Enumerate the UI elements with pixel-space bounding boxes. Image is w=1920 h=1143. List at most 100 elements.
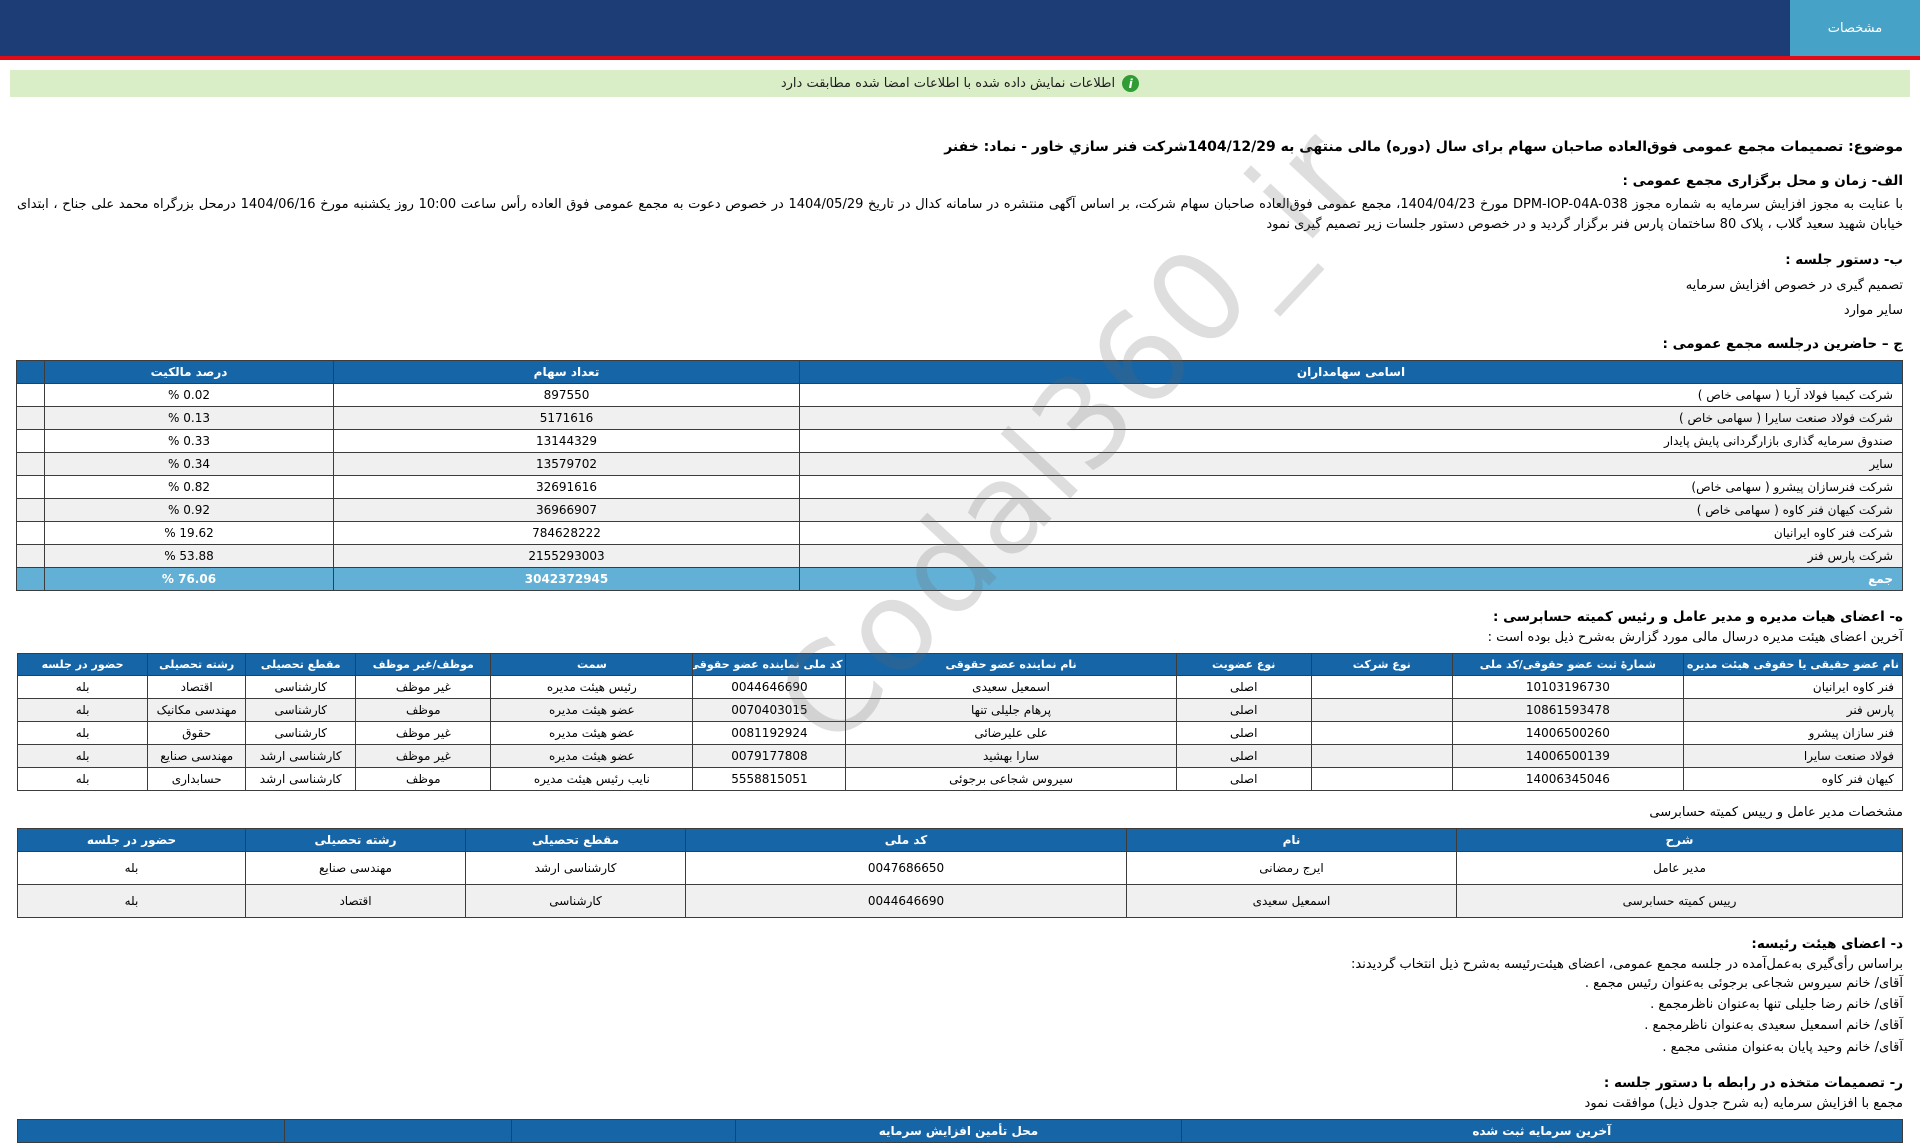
table-cell: پارس فنر [1682, 698, 1904, 722]
table-cell: 36966907 [333, 498, 800, 522]
notice-text: اطلاعات نمایش داده شده با اطلاعات امضا ش… [780, 76, 1116, 91]
table-cell: غیر موظف [355, 744, 492, 768]
section-c-title: ج – حاضرین درجلسه مجمع عمومی : [1662, 336, 1903, 352]
table-header-row: نام عضو حقیقی یا حقوقی هیئت مدیره شمارۀ ث… [16, 653, 1904, 676]
column-header [16, 1118, 286, 1143]
shareholders-table: اسامی سهامداران تعداد سهام درصد مالکیت شرک… [16, 360, 1903, 591]
column-header: تعداد سهام [333, 360, 800, 384]
table-cell: کیهان فنر کاوه [1682, 767, 1904, 791]
section-a-body: با عنایت به مجوز افزایش سرمایه به شماره … [17, 197, 1903, 232]
table-cell: 897550 [333, 383, 800, 407]
table-row: پارس فنر 10861593478 اصلی پرهام جلیلی تنها 0… [16, 698, 1904, 722]
table-cell: کارشناسی [245, 675, 357, 699]
table-header-row: آخرین سرمایه ثبت شده محل تأمین افزایش سرم… [16, 1118, 1904, 1143]
table-cell: 0070403015 [692, 698, 847, 722]
column-header: درصد مالکیت [44, 360, 334, 384]
column-header: حضور در جلسه [17, 828, 246, 852]
table-row: فنر سازان پیشرو 14006500260 اصلی علی علیرضا… [16, 721, 1904, 745]
page-title: موضوع: تصمیمات مجمع عمومی فوق‌العاده صاح… [944, 139, 1903, 155]
agenda-item: تصمیم گیری در خصوص افزایش سرمایه [1685, 278, 1903, 293]
page: { "colors": { "header_bg": "#1c3d76", "t… [0, 0, 1920, 1143]
table-cell: شرکت کیهان فنر کاوه ( سهامی خاص ) [799, 498, 1903, 522]
table-cell: 0044646690 [692, 675, 847, 699]
column-header: نوع عضویت [1175, 653, 1312, 676]
agenda-item: سایر موارد [1843, 303, 1903, 318]
table-row: صندوق سرمایه گذاری بازارگردانی پایش پاید… [16, 429, 1903, 453]
table-cell: فنر کاوه ایرانیان [1682, 675, 1904, 699]
table-cell: غیر موظف [355, 721, 492, 745]
table-row: شرکت فنر کاوه ایرانیان 784628222 19.62 % [16, 521, 1903, 545]
table-cell [1310, 675, 1453, 699]
table-cell: 0047686650 [685, 851, 1127, 885]
table-cell: عضو هیئت مدیره [490, 744, 694, 768]
table-cell [1310, 698, 1453, 722]
red-divider [0, 56, 1920, 60]
table-header-row: اسامی سهامداران تعداد سهام درصد مالکیت [16, 360, 1903, 384]
table-cell: 14006500139 [1451, 744, 1684, 768]
table-row: شرکت کیهان فنر کاوه ( سهامی خاص ) 3696690… [16, 498, 1903, 522]
column-header: آخرین سرمایه ثبت شده [1180, 1118, 1904, 1143]
table-row: شرکت فولاد صنعت سایرا ( سهامی خاص ) 51716… [16, 406, 1903, 430]
table-cell: ایرج رمضانی [1126, 851, 1457, 885]
table-cell: 0.34 % [44, 452, 334, 476]
table-cell [16, 567, 45, 591]
table-cell: 14006345046 [1451, 767, 1684, 791]
table-cell: رییس کمیته حسابرسی [1456, 884, 1903, 918]
table-cell [1310, 721, 1453, 745]
table-cell: 76.06 % [44, 567, 334, 591]
table-row: سایر 13579702 0.34 % [16, 452, 1903, 476]
total-row: جمع 3042372945 76.06 % [16, 567, 1903, 591]
table-cell [16, 383, 45, 407]
table-cell: اصلی [1175, 721, 1312, 745]
table-cell: مهندسی مکانیک [147, 698, 247, 722]
table-cell: عضو هیئت مدیره [490, 721, 694, 745]
table-cell: 32691616 [333, 475, 800, 499]
table-cell: کارشناسی ارشد [465, 851, 686, 885]
table-cell: بله [17, 851, 246, 885]
table-cell: غیر موظف [355, 675, 492, 699]
table-cell: 0079177808 [692, 744, 847, 768]
column-header: کد ملی نماینده عضو حقوقی [692, 653, 847, 676]
tab-specifications[interactable]: مشخصات [1790, 0, 1920, 56]
table-cell: 13144329 [333, 429, 800, 453]
column-header: اسامی سهامداران [799, 360, 1903, 384]
table-cell: کارشناسی ارشد [245, 767, 357, 791]
section-d-subtitle: براساس رأی‌گیری به‌عمل‌آمده در جلسه مجمع… [1351, 957, 1903, 972]
table-cell [16, 406, 45, 430]
table-cell: شرکت فنرسازان پیشرو ( سهامی خاص) [799, 475, 1903, 499]
table-cell [16, 521, 45, 545]
table-cell: علی علیرضائی [845, 721, 1177, 745]
table-row: مدیر عامل ایرج رمضانی 0047686650 کارشناسی ا… [17, 851, 1903, 885]
table-cell: عضو هیئت مدیره [490, 698, 694, 722]
table-cell: 10103196730 [1451, 675, 1684, 699]
table-cell: 0.02 % [44, 383, 334, 407]
table-cell: شرکت فولاد صنعت سایرا ( سهامی خاص ) [799, 406, 1903, 430]
table-cell: کارشناسی [245, 721, 357, 745]
table-cell: بله [16, 767, 149, 791]
table-cell: حقوق [147, 721, 247, 745]
column-header: رشته تحصیلی [245, 828, 466, 852]
table-cell: کارشناسی [245, 698, 357, 722]
table-cell: شرکت فنر کاوه ایرانیان [799, 521, 1903, 545]
table-cell: مهندسی صنایع [147, 744, 247, 768]
table-cell: مدیر عامل [1456, 851, 1903, 885]
column-header: مقطع تحصیلی [465, 828, 686, 852]
table-row: شرکت فنرسازان پیشرو ( سهامی خاص) 32691616… [16, 475, 1903, 499]
column-header [511, 1118, 737, 1143]
section-e-title: ه- اعضای هیات مدیره و مدیر عامل و رئیس ک… [1493, 609, 1903, 625]
table-cell: 19.62 % [44, 521, 334, 545]
column-header: شمارۀ ثبت عضو حقوقی/کد ملی [1451, 653, 1684, 676]
main-content: موضوع: تصمیمات مجمع عمومی فوق‌العاده صاح… [0, 139, 1920, 1143]
table-cell: حسابداری [147, 767, 247, 791]
table-cell: سارا بهشید [845, 744, 1177, 768]
table-cell: 14006500260 [1451, 721, 1684, 745]
column-header: نام عضو حقیقی یا حقوقی هیئت مدیره [1682, 653, 1904, 676]
table-cell: 0.92 % [44, 498, 334, 522]
table-row: کیهان فنر کاوه 14006345046 اصلی سیروس شجاعی… [16, 767, 1904, 791]
table-cell: بله [16, 675, 149, 699]
table-cell: بله [16, 721, 149, 745]
column-header: حضور در جلسه [16, 653, 149, 676]
table-cell: اسمعیل سعیدی [1126, 884, 1457, 918]
column-header [16, 360, 45, 384]
table-cell: بله [16, 698, 149, 722]
